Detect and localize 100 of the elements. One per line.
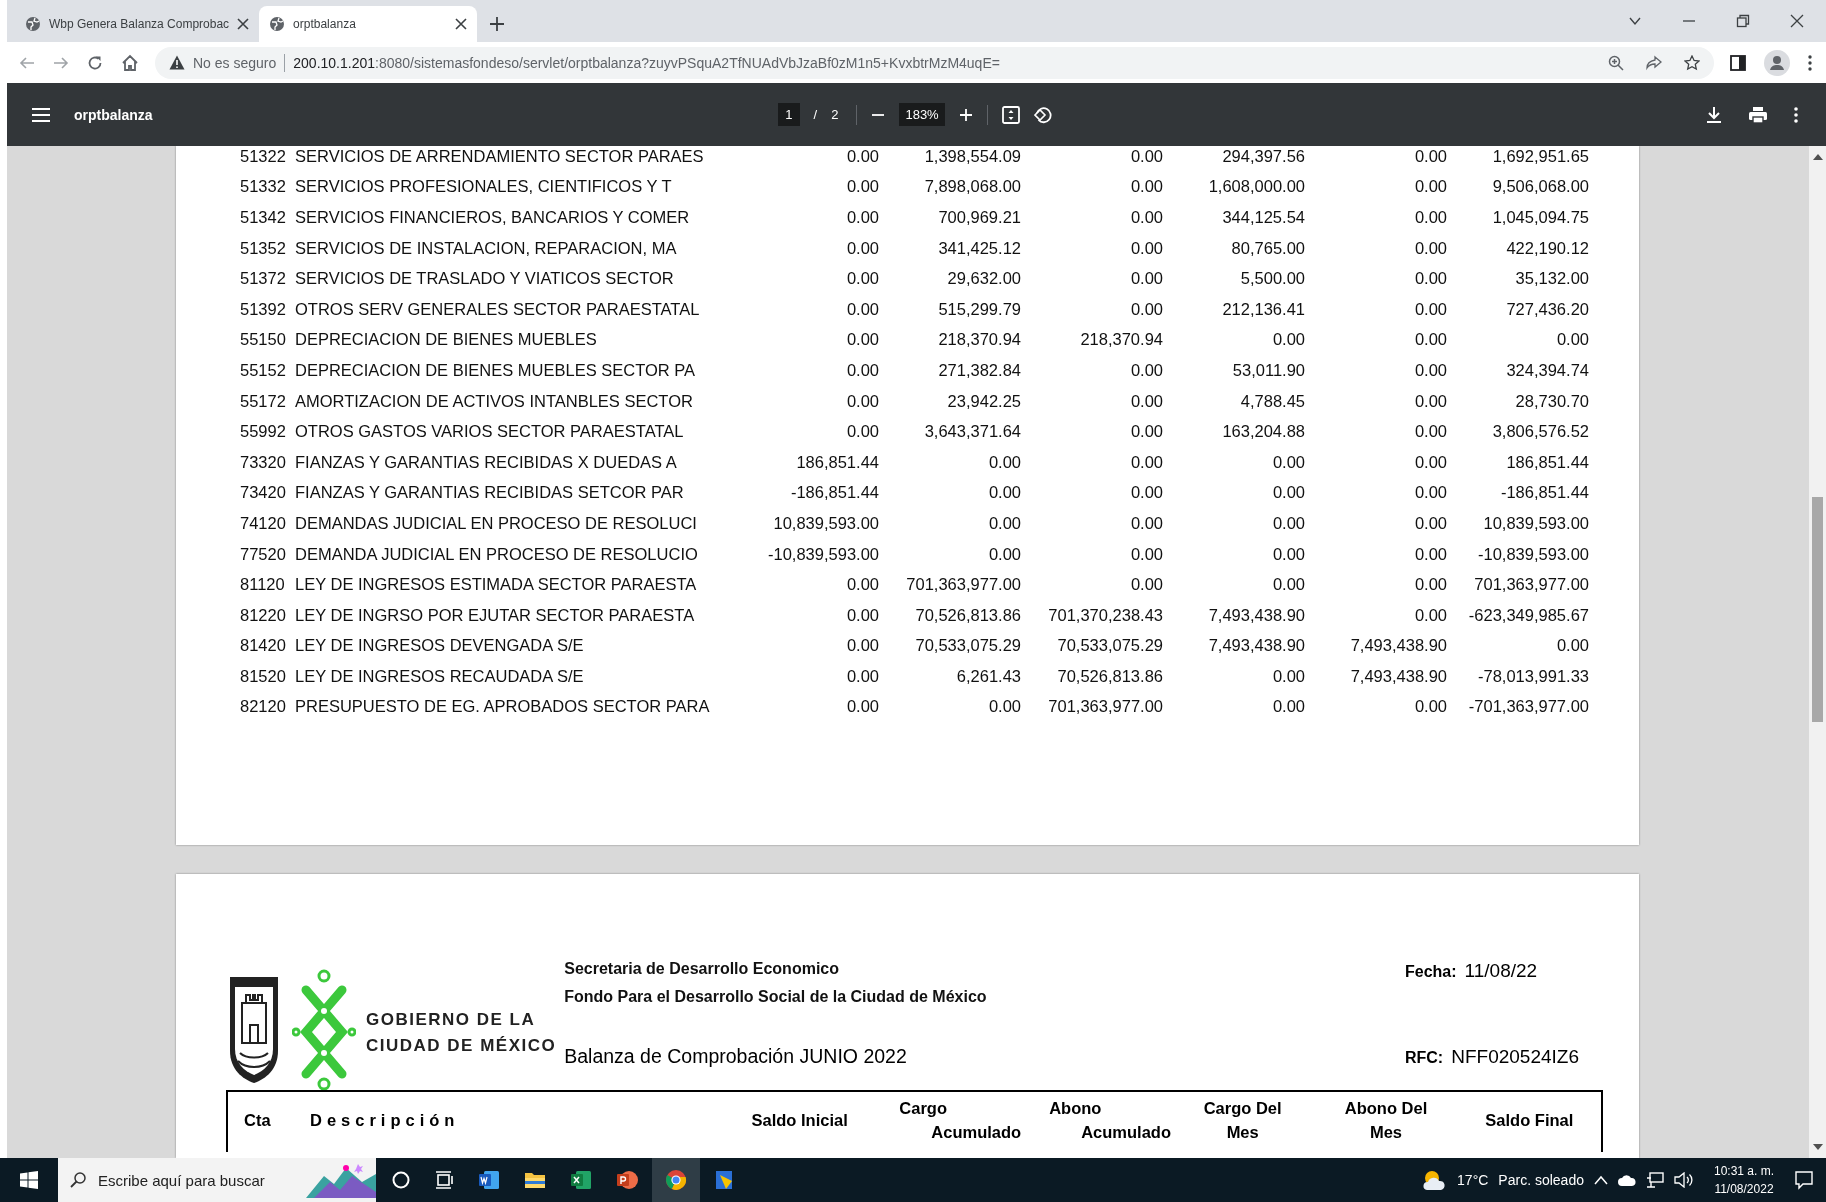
account-code: 81220: [240, 605, 287, 625]
document-title: orptbalanza: [74, 106, 153, 123]
amount: 0.00: [1413, 269, 1447, 289]
amount: 0.00: [1129, 422, 1163, 442]
profile-icon[interactable]: [1764, 49, 1790, 76]
amount: 0.00: [1129, 452, 1163, 472]
amount: 0.00: [1129, 177, 1163, 197]
clock-date[interactable]: 11/08/2022: [1714, 1180, 1774, 1198]
amount: 70,533,075.29: [914, 636, 1021, 656]
scroll-down-icon[interactable]: [1812, 1144, 1823, 1150]
amount: 0.00: [845, 238, 879, 258]
amount: 28,730.70: [1514, 391, 1589, 411]
close-icon[interactable]: [455, 18, 468, 30]
temperature-text: 17°C: [1457, 1172, 1489, 1188]
scroll-up-icon[interactable]: [1812, 154, 1823, 160]
amount: 5,500.00: [1239, 269, 1305, 289]
amount: 422,190.12: [1505, 238, 1589, 258]
amount: 0.00: [1413, 605, 1447, 625]
amount: 0.00: [1413, 177, 1447, 197]
account-description: SERVICIOS PROFESIONALES, CIENTIFICOS Y T: [295, 177, 673, 197]
share-icon[interactable]: [1646, 54, 1662, 71]
amount: 0.00: [1271, 575, 1305, 595]
account-description: OTROS GASTOS VARIOS SECTOR PARAESTATAL: [295, 422, 685, 442]
cloud-icon[interactable]: [1617, 1174, 1636, 1186]
account-description: PRESUPUESTO DE EG. APROBADOS SECTOR PARA: [295, 697, 711, 717]
browser-tab[interactable]: Wbp Genera Balanza Comprobac: [15, 6, 260, 42]
powerpoint-app-icon[interactable]: [616, 1169, 638, 1191]
report-title: Balanza de Comprobación JUNIO 2022: [564, 1045, 908, 1068]
organization-name: Secretaria de Desarrollo Economico: [564, 960, 840, 978]
search-bar[interactable]: Escribe aquí para buscar: [58, 1158, 376, 1202]
print-icon[interactable]: [1748, 105, 1768, 124]
menu-icon[interactable]: [32, 107, 50, 122]
zoom-field[interactable]: 183%: [899, 103, 945, 126]
clock-time[interactable]: 10:31 a. m.: [1713, 1162, 1774, 1180]
more-options-icon[interactable]: [1794, 106, 1798, 123]
amount: 35,132.00: [1514, 269, 1589, 289]
restore-icon[interactable]: [1736, 14, 1750, 28]
browser-app-icon: [665, 1169, 687, 1191]
excel-app-icon[interactable]: [570, 1169, 592, 1191]
fit-page-icon[interactable]: [1001, 105, 1020, 124]
side-panel-icon[interactable]: [1730, 54, 1746, 71]
amount: 0.00: [1413, 360, 1447, 380]
amount: 0.00: [1413, 238, 1447, 258]
weather-text: Parc. soleado: [1498, 1172, 1584, 1188]
amount: 0.00: [1129, 544, 1163, 564]
reload-icon[interactable]: [87, 54, 103, 71]
amount: 341,425.12: [937, 238, 1021, 258]
amount: 0.00: [1413, 208, 1447, 227]
amount: 0.00: [1413, 544, 1447, 564]
amount: 0.00: [1129, 513, 1163, 533]
security-label: No es seguro: [193, 54, 277, 71]
plus-icon[interactable]: [489, 16, 506, 32]
amount: 0.00: [845, 177, 879, 197]
amount: 0.00: [845, 269, 879, 289]
column-header: Cta: [243, 1110, 272, 1131]
rotate-icon[interactable]: [1033, 105, 1052, 124]
account-code: 55172: [240, 391, 287, 411]
account-code: 51372: [240, 269, 287, 289]
weather-sun-cloud-icon[interactable]: [1421, 1169, 1448, 1191]
amount: 1,608,000.00: [1207, 177, 1305, 197]
amount: -623,349,985.67: [1467, 605, 1589, 625]
word-app-icon[interactable]: [478, 1169, 500, 1191]
close-icon[interactable]: [1790, 14, 1804, 28]
cortana-circle-icon[interactable]: [392, 1171, 410, 1189]
taskbar-app-button[interactable]: [652, 1158, 700, 1202]
windows-start-icon[interactable]: [20, 1171, 38, 1189]
close-icon[interactable]: [237, 18, 250, 30]
scrollbar-thumb[interactable]: [1812, 497, 1823, 722]
account-code: 81420: [240, 636, 287, 656]
amount: 0.00: [845, 146, 879, 166]
browser-tab[interactable]: orptbalanza: [259, 6, 478, 42]
menu-dots-icon[interactable]: [1808, 54, 1812, 71]
amount: 0.00: [987, 544, 1021, 564]
page-number-field[interactable]: 1: [778, 103, 800, 126]
notification-icon[interactable]: [1794, 1170, 1814, 1190]
logo-text: CIUDAD DE MÉXICO: [366, 1035, 557, 1057]
account-code: 51352: [240, 238, 287, 258]
amount: 0.00: [845, 697, 879, 717]
scrollbar[interactable]: [1809, 146, 1826, 1158]
amount: 10,839,593.00: [772, 513, 879, 533]
amount: 186,851.44: [1505, 452, 1589, 472]
url-text: 200.10.1.201:8080/sistemasfondeso/servlet/orptbalanza?zuyvPSquA2TfNUAdVbJzaBf0zM1n5+KvxbtrMzM4uqE=: [293, 54, 1000, 71]
tab-title: Wbp Genera Balanza Comprobac: [49, 17, 230, 31]
home-icon[interactable]: [121, 53, 139, 72]
amount: 7,493,438.90: [1349, 666, 1447, 686]
zoom-in-icon[interactable]: [1608, 54, 1624, 71]
chevron-up-icon[interactable]: [1593, 1175, 1608, 1185]
amount: 0.00: [987, 697, 1021, 717]
star-icon[interactable]: [1684, 54, 1700, 71]
folder-icon[interactable]: [524, 1170, 546, 1190]
search-field[interactable]: Escribe aquí para buscar: [96, 1170, 296, 1190]
amount: 701,363,977.00: [905, 575, 1021, 595]
task-view-icon[interactable]: [434, 1171, 454, 1189]
amount: 0.00: [845, 605, 879, 625]
download-icon[interactable]: [1706, 105, 1722, 124]
network-icon[interactable]: [1645, 1172, 1664, 1188]
rfc-value: NFF020524IZ6: [1451, 1046, 1579, 1068]
amount: -10,839,593.00: [767, 544, 879, 564]
volume-icon[interactable]: [1673, 1172, 1694, 1188]
address-field[interactable]: No es seguro 200.10.1.201:8080/sistemasfondeso/servlet/orptbalanza?zuyvPSquA2TfNUAdVbJzaBf0zM1n5+KvxbtrMzM4uqE=: [155, 46, 1714, 79]
